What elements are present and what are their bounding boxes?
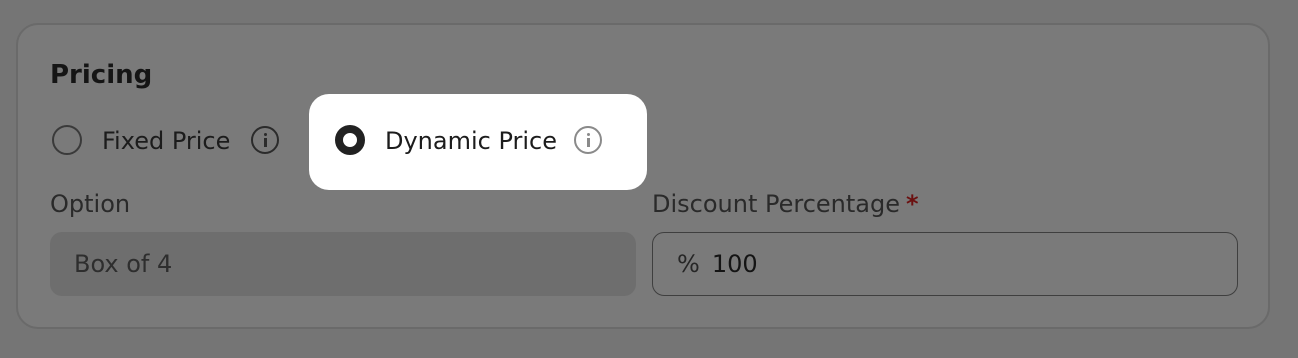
info-icon[interactable] [251,126,279,154]
info-icon[interactable] [574,126,602,154]
section-title: Pricing [50,60,153,90]
percent-prefix: % [677,250,700,278]
option-field-value: Box of 4 [74,250,173,278]
discount-field[interactable]: % [652,232,1238,296]
discount-label-text: Discount Percentage [652,190,901,218]
required-marker: * [906,190,919,218]
discount-field-label: Discount Percentage * [652,190,919,218]
option-field-label: Option [50,190,131,218]
dynamic-price-radio[interactable] [335,125,365,155]
fixed-price-radio[interactable] [52,125,82,155]
option-field: Box of 4 [50,232,636,296]
fixed-price-label[interactable]: Fixed Price [102,127,230,155]
dynamic-price-label[interactable]: Dynamic Price [385,127,557,155]
discount-percentage-input[interactable] [711,250,1112,278]
